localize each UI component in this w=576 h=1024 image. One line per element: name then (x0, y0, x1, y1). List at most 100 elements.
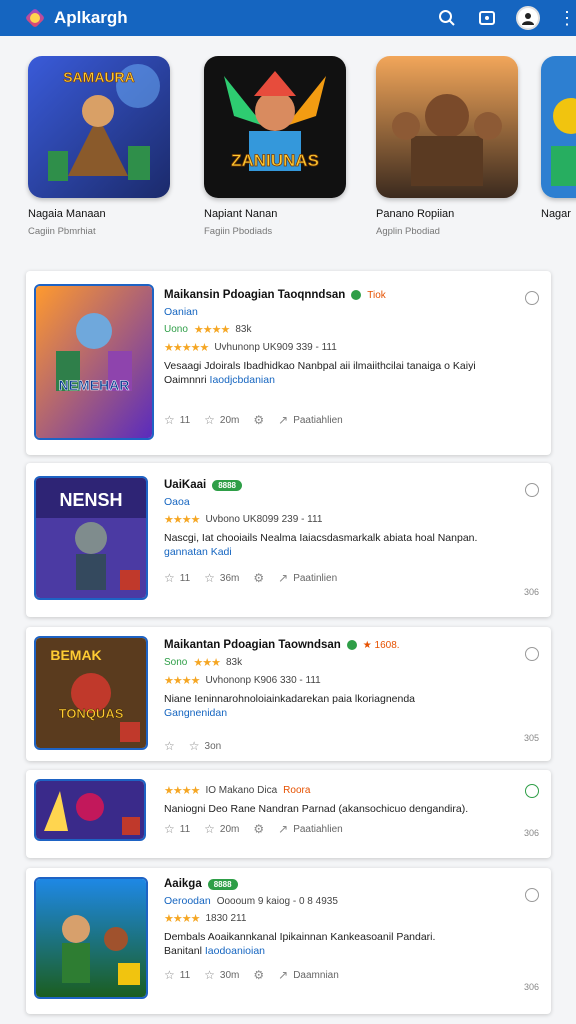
app-title: Aplkargh (54, 8, 128, 27)
card-game-art (34, 877, 148, 999)
card-developer[interactable]: Sono (164, 657, 187, 668)
card-tag: Roora (283, 785, 311, 796)
star-outline-icon: ☆ (164, 968, 175, 982)
star-rating-icon: ★★★★ (164, 514, 200, 526)
duration-action[interactable]: ☆ 30m (204, 968, 239, 982)
star-rating-icon: ★★★★ (164, 675, 200, 687)
card-game-art (34, 779, 146, 841)
app-card[interactable]: NEMEHAR Maikansin Pdoagian Taoqnndsan Ti… (26, 271, 551, 455)
description-text-2: Banitanl (164, 945, 202, 957)
card-description: Dembals Aoaikannkanal Ipikainnan Kankeas… (164, 930, 521, 958)
chat-icon[interactable] (525, 647, 539, 661)
more-menu-icon[interactable]: ⋮ (558, 9, 576, 27)
app-card[interactable]: Aaikga 8888 Oeroodan Ooooum 9 kaiog - 0 … (26, 868, 551, 1014)
app-card[interactable]: BEMAK TONQUAS Maikantan Pdoagian Taownds… (26, 627, 551, 761)
star-outline-icon: ☆ (204, 571, 215, 585)
star-rating-icon: ★★★ (193, 657, 221, 669)
star-outline-icon: ☆ (204, 968, 215, 982)
like-action[interactable]: ☆ (164, 739, 175, 753)
duration-text: 3on (204, 740, 222, 752)
description-link[interactable]: Iaodjcbdanian (210, 374, 275, 386)
rating-count: 83k (225, 657, 243, 668)
card-title: Aaikga (164, 878, 202, 890)
corner-count: 305 (523, 733, 539, 743)
chat-icon[interactable] (525, 888, 539, 902)
card-body: Maikantan Pdoagian Taowndsan ★ 1608. Son… (164, 639, 521, 720)
card-developer[interactable]: Oeroodan (164, 895, 211, 907)
card-art-label: NENSH (59, 490, 122, 510)
share-label: Paatiahlien (293, 414, 343, 426)
featured-subtitle: Agplin Pbodiad (376, 226, 440, 237)
share-label: Paatiahlien (293, 823, 343, 835)
card-developer[interactable]: Oaoa (164, 496, 521, 508)
featured-item[interactable]: Panano Ropiian Agplin Pbodiad (376, 56, 526, 237)
card-body: Aaikga 8888 Oeroodan Ooooum 9 kaiog - 0 … (164, 878, 521, 958)
share-action[interactable]: ↗ Paatinlien (278, 571, 337, 585)
top-actions: ⋮ (436, 6, 576, 30)
description-text-2: Oaimnnri (164, 374, 207, 386)
share-action[interactable]: ↗ Paatiahlien (278, 822, 343, 836)
search-icon[interactable] (436, 7, 458, 29)
featured-game-art (376, 56, 518, 198)
star-outline-icon: ☆ (164, 571, 175, 585)
app-card[interactable]: ★★★★ IO Makano Dica Roora Naniogni Deo R… (26, 770, 551, 858)
star-rating-icon: ★★★★★ (164, 342, 209, 354)
like-action[interactable]: ☆ 11 (164, 413, 190, 427)
duration-action[interactable]: ☆ 36m (204, 571, 239, 585)
duration-action[interactable]: ☆ 20m (204, 413, 239, 427)
app-logo-icon[interactable] (24, 7, 46, 29)
rating-count: Ooooum 9 kaiog - 0 8 4935 (216, 895, 338, 907)
chat-icon[interactable] (525, 784, 539, 798)
settings-action[interactable]: ⚙ (253, 571, 264, 585)
top-app-bar: Aplkargh ⋮ (0, 0, 576, 36)
like-action[interactable]: ☆ 11 (164, 822, 190, 836)
duration-action[interactable]: ☆ 20m (204, 822, 239, 836)
description-link[interactable]: Iaodoanioian (205, 945, 265, 957)
like-action[interactable]: ☆ 11 (164, 968, 190, 982)
star-rating-icon: ★★★★ (193, 324, 230, 336)
card-art-label: TONQUAS (59, 706, 124, 721)
settings-action[interactable]: ⚙ (253, 822, 264, 836)
gear-icon: ⚙ (253, 822, 265, 836)
featured-item[interactable]: Nagar (541, 56, 576, 226)
card-actions: ☆ 11 ☆ 36m ⚙ ↗ Paatinlien (164, 571, 337, 585)
featured-art-label: ZANIUNAS (231, 151, 319, 170)
rating-text: Uono (164, 324, 188, 335)
card-title: Maikansin Pdoagian Taoqnndsan (164, 289, 346, 301)
description-text: Niane Ieninnarohnoloiainkadarekan paia l… (164, 693, 416, 705)
like-count: 11 (179, 969, 191, 981)
gear-icon: ⚙ (253, 571, 265, 585)
settings-action[interactable]: ⚙ (253, 968, 264, 982)
featured-name: Nagaia Manaan (28, 208, 106, 220)
share-action[interactable]: ↗ Paatiahlien (278, 413, 343, 427)
card-game-art: NEMEHAR (34, 284, 154, 440)
app-card[interactable]: NENSH UaiKaai 8888 Oaoa ★★★★ Uvbono UK80… (26, 463, 551, 617)
description-text: Dembals Aoaikannkanal Ipikainnan Kankeas… (164, 931, 436, 943)
description-link[interactable]: gannatan Kadi (164, 546, 232, 558)
share-label: Paatinlien (293, 572, 338, 584)
duration-action[interactable]: ☆ 3on (189, 739, 221, 753)
duration-text: 20m (219, 823, 240, 835)
share-icon: ↗ (278, 571, 289, 585)
card-description: Niane Ieninnarohnoloiainkadarekan paia l… (164, 692, 521, 720)
like-action[interactable]: ☆ 11 (164, 571, 190, 585)
featured-item[interactable]: ZANIUNAS Napiant Nanan Fagiin Pbodiads (204, 56, 354, 237)
settings-action[interactable]: ⚙ (253, 413, 264, 427)
description-link[interactable]: Gangnenidan (164, 707, 227, 719)
play-store-icon[interactable] (476, 7, 498, 29)
featured-game-art: SAMAURA (28, 56, 170, 198)
chat-icon[interactable] (525, 291, 539, 305)
featured-item[interactable]: SAMAURA Nagaia Manaan Cagiin Pbmrhiat (28, 56, 178, 237)
chat-icon[interactable] (525, 483, 539, 497)
card-body: UaiKaai 8888 Oaoa ★★★★ Uvbono UK8099 239… (164, 479, 521, 559)
card-developer[interactable]: Oanian (164, 306, 521, 318)
avatar[interactable] (516, 6, 540, 30)
star-rating-icon: ★★★★ (164, 913, 200, 925)
card-description: Nascgi, Iat chooiails Nealma Iaiacsdasma… (164, 531, 521, 559)
card-art-label: NEMEHAR (59, 377, 130, 393)
card-actions: ☆ 11 ☆ 20m ⚙ ↗ Paatiahlien (164, 822, 343, 836)
share-action[interactable]: ↗ Daamnian (278, 968, 339, 982)
card-title: Maikantan Pdoagian Taowndsan (164, 639, 341, 651)
status-badge: 8888 (212, 479, 242, 491)
featured-subtitle: Cagiin Pbmrhiat (28, 226, 96, 237)
